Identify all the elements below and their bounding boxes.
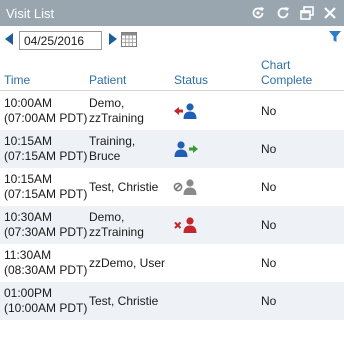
date-field[interactable] [19,31,102,50]
chart-complete-value: No [261,294,277,308]
patient-arrow-left-red-icon [174,103,197,119]
chart-complete-value: No [261,180,277,194]
filter-icon[interactable] [328,30,342,44]
visit-time-local: (08:30AM PDT) [4,263,88,277]
chart-complete-value: No [261,142,277,156]
patient-cancelled-gray-icon [173,179,197,195]
calendar-icon[interactable] [120,30,138,48]
visit-time: 10:30AM [4,210,53,224]
patient-name-line2: zzTraining [89,225,144,239]
previous-day-arrow-icon[interactable] [3,32,15,46]
title-bar: Visit List [0,0,344,26]
column-header: Time Patient Status Chart Complete [0,54,344,91]
chart-complete-value: No [261,256,277,270]
visit-row[interactable]: 10:30AM (07:30AM PDT) Demo, zzTraining N… [0,206,344,244]
chart-complete-value: No [261,104,277,118]
patient-name: Training, [89,134,136,148]
visit-time: 10:00AM [4,96,53,110]
visit-row[interactable]: 10:15AM (07:15AM PDT) Test, Christie No [0,168,344,206]
patient-arrow-right-green-icon [174,141,198,157]
visit-time: 01:00PM [4,286,53,300]
visit-row[interactable]: 01:00PM (10:00AM PDT) Test, Christie No [0,282,344,320]
visit-time-local: (10:00AM PDT) [4,301,88,315]
visit-time: 11:30AM [4,248,52,262]
patient-name-line2: zzTraining [89,111,144,125]
column-patient[interactable]: Patient [89,73,126,87]
patient-name: Test, Christie [89,294,159,308]
refresh-icon[interactable] [275,5,291,21]
visit-row[interactable]: 10:00AM (07:00AM PDT) Demo, zzTraining N… [0,92,344,130]
restore-window-icon[interactable] [299,5,315,21]
date-toolbar [0,26,344,54]
visit-time-local: (07:00AM PDT) [4,111,88,125]
patient-name: Test, Christie [89,180,159,194]
chart-complete-value: No [261,218,277,232]
next-day-arrow-icon[interactable] [107,32,119,46]
patient-name-line2: Bruce [89,149,121,163]
patient-x-red-icon [174,217,197,233]
patient-name: Demo, [89,96,125,110]
visit-row[interactable]: 10:15AM (07:15AM PDT) Training, Bruce No [0,130,344,168]
patient-name: zzDemo, User [89,256,166,270]
patient-name: Demo, [89,210,125,224]
visit-time-local: (07:15AM PDT) [4,149,88,163]
window-title: Visit List [6,6,55,21]
visit-time: 10:15AM [4,134,53,148]
column-chart-line1[interactable]: Chart [261,58,290,72]
refresh-settings-icon[interactable] [250,5,266,21]
close-icon[interactable] [322,5,338,21]
visit-row[interactable]: 11:30AM (08:30AM PDT) zzDemo, User No [0,244,344,282]
visit-time: 10:15AM [4,172,53,186]
visit-time-local: (07:15AM PDT) [4,187,88,201]
visit-time-local: (07:30AM PDT) [4,225,88,239]
column-chart-line2[interactable]: Complete [261,73,312,87]
column-time[interactable]: Time [4,73,30,87]
column-status[interactable]: Status [174,73,208,87]
